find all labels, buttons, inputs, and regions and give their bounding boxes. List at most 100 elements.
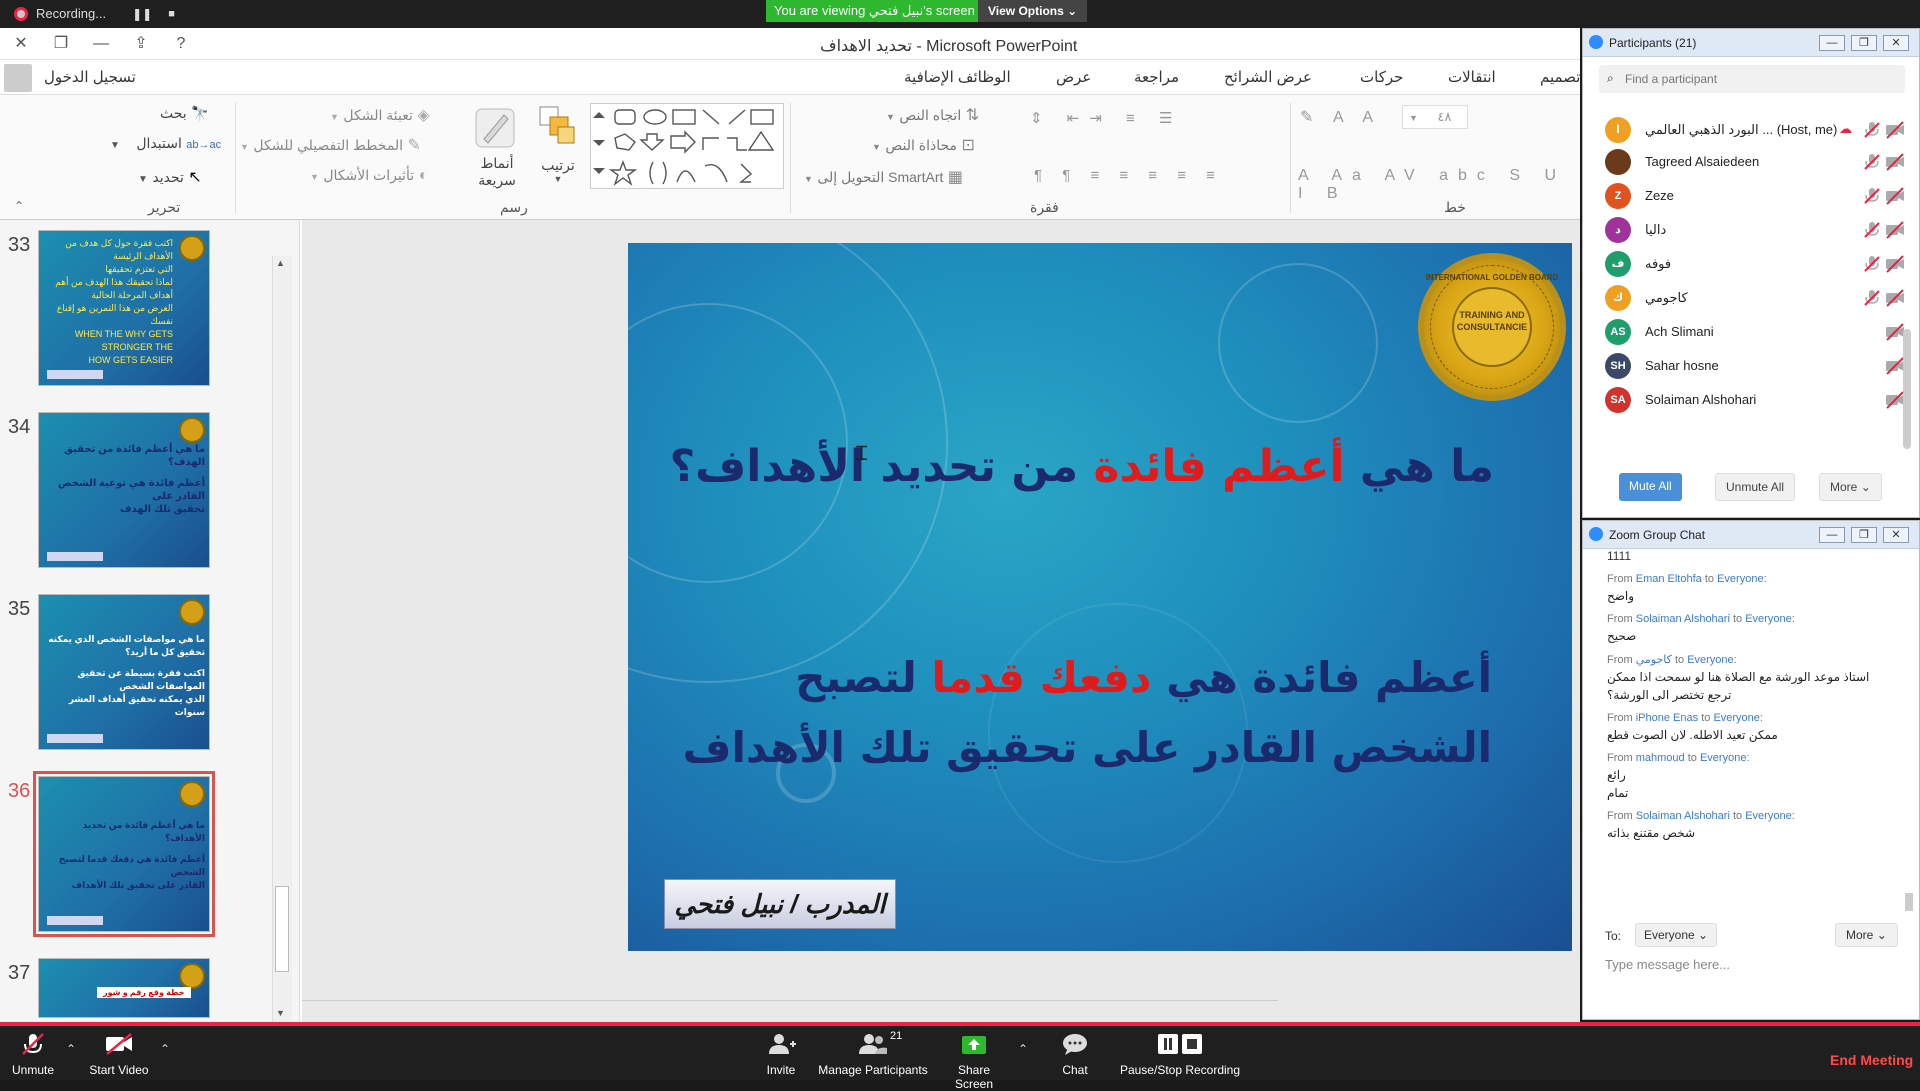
- current-slide[interactable]: INTERNATIONAL GOLDEN BOARD TRAINING AND …: [628, 243, 1572, 951]
- end-meeting-button[interactable]: End Meeting: [1830, 1052, 1913, 1068]
- chat-message-text: صحيح: [1607, 629, 1637, 643]
- slide-thumbnail-34[interactable]: ما هي أعظم فائدة من تحقيق الهدف؟ أعظم فائد…: [38, 412, 210, 568]
- from-word: From: [1607, 613, 1633, 625]
- collapse-ribbon-icon[interactable]: ⌃: [14, 199, 24, 213]
- shapes-gallery-icons: [593, 109, 775, 186]
- mute-all-button[interactable]: Mute All: [1619, 473, 1682, 501]
- video-off-icon: [1885, 357, 1905, 375]
- trainer-name-box[interactable]: المدرب / نبيل فتحي: [664, 879, 896, 929]
- pause-recording-icon[interactable]: ❚❚: [132, 7, 152, 21]
- text-direction-button[interactable]: ▼ اتجاه النص ⇅: [886, 105, 979, 125]
- convert-smartart-button[interactable]: ▼ التحويل إلى SmartArt ▦: [804, 167, 963, 187]
- sender-name[interactable]: كاجومي: [1636, 654, 1672, 666]
- slide-thumbnail-37[interactable]: خطة وقع رقم و شور: [38, 958, 210, 1018]
- from-word: From: [1607, 810, 1633, 822]
- share-options-chevron-icon[interactable]: ⌃: [1018, 1042, 1028, 1056]
- pause-stop-recording-button[interactable]: Pause/Stop Recording: [1118, 1032, 1242, 1077]
- slide-thumbnail-36-selected[interactable]: ما هي أعظم فائدة من تحديد الأهداف؟ أعظم ف…: [33, 771, 215, 937]
- shape-effects-button[interactable]: ▼ تأثيرات الأشكال ◐: [310, 167, 428, 185]
- video-off-icon: [1885, 255, 1905, 273]
- to-word: to: [1704, 573, 1715, 585]
- manage-participants-button[interactable]: Manage Participants: [818, 1032, 928, 1077]
- participant-search[interactable]: ⌕ Find a participant: [1599, 65, 1905, 93]
- avatar: AS: [1605, 319, 1631, 345]
- video-off-icon: [1885, 289, 1905, 307]
- tab-design[interactable]: تصميم: [1540, 68, 1580, 86]
- select-button[interactable]: ▼ تحديد ↖: [138, 167, 202, 187]
- participants-scrollbar[interactable]: [1903, 329, 1911, 449]
- chat-scrollbar[interactable]: [1905, 893, 1913, 911]
- avatar: ف: [1605, 251, 1631, 277]
- minimize-icon[interactable]: —: [86, 32, 116, 56]
- slide-title[interactable]: ما هي أعظم فائدة من تحديد الأهداف؟: [670, 441, 1494, 492]
- chat-recipient-select[interactable]: Everyone ⌄: [1635, 923, 1718, 947]
- invite-button[interactable]: Invite: [760, 1032, 802, 1077]
- view-options-button[interactable]: View Options ⌄: [978, 0, 1088, 22]
- replace-button[interactable]: ▼ استبدال ab→ac: [110, 135, 221, 153]
- tab-view[interactable]: عرض: [1056, 68, 1091, 86]
- share-screen-button[interactable]: Share Screen: [938, 1032, 1010, 1091]
- tab-animations[interactable]: حركات: [1360, 68, 1403, 86]
- close-icon[interactable]: ✕: [1883, 527, 1909, 543]
- zoom-logo-icon: [1589, 35, 1603, 49]
- sender-name[interactable]: iPhone Enas: [1636, 712, 1698, 724]
- shapes-gallery[interactable]: [590, 103, 784, 189]
- tab-slideshow[interactable]: عرض الشرائح: [1224, 68, 1312, 86]
- scroll-down-icon[interactable]: ▼: [276, 1008, 285, 1018]
- paragraph-spacing-icons[interactable]: ⇕ ⇤⇥ ≡ ☰: [1030, 109, 1182, 127]
- chat-label: Chat: [1062, 1063, 1088, 1077]
- scrollbar-thumb[interactable]: [275, 886, 289, 972]
- thumbnail-scrollbar[interactable]: ▲ ▼: [272, 256, 292, 1024]
- font-format-icons-top[interactable]: ✎ A A: [1300, 107, 1381, 127]
- find-button[interactable]: بحث 🔭: [160, 105, 209, 123]
- stop-recording-icon[interactable]: ■: [168, 8, 175, 20]
- popout-icon[interactable]: ❐: [1851, 35, 1877, 51]
- chat-button[interactable]: Chat: [1054, 1032, 1096, 1077]
- scroll-up-icon[interactable]: ▲: [276, 258, 285, 268]
- video-off-icon: [1885, 323, 1905, 341]
- arrange-button[interactable]: ترتيب ▼: [536, 157, 580, 184]
- unmute-all-button[interactable]: Unmute All: [1715, 473, 1796, 501]
- sender-name[interactable]: Solaiman Alshohari: [1636, 613, 1730, 625]
- video-options-chevron-icon[interactable]: ⌃: [160, 1042, 170, 1056]
- close-icon[interactable]: ✕: [1883, 35, 1909, 51]
- minimize-icon[interactable]: —: [1819, 527, 1845, 543]
- group-separator: [235, 103, 236, 213]
- slide-body-text[interactable]: أعظم فائدة هي دفعك قدما لتصبح الشخص القا…: [672, 643, 1492, 783]
- thumb-number: 33: [8, 234, 31, 256]
- tab-review[interactable]: مراجعة: [1134, 68, 1179, 86]
- chat-message-input[interactable]: Type message here...: [1605, 957, 1901, 1007]
- unmute-button[interactable]: Unmute: [12, 1032, 54, 1077]
- chevron-down-icon: ▼: [240, 142, 249, 152]
- close-icon[interactable]: ✕: [6, 32, 36, 56]
- font-size-select[interactable]: ▼ ٤٨: [1402, 105, 1468, 129]
- ribbon-display-icon[interactable]: ⇪: [126, 32, 156, 56]
- chat-more-button[interactable]: More ⌄: [1835, 923, 1898, 947]
- slide-title-part1: ما هي: [1344, 441, 1494, 492]
- signin-link[interactable]: تسجيل الدخول: [44, 68, 136, 86]
- slide-thumbnail-35[interactable]: ما هي مواصفات الشخص الذي يمكنه تحقيق كل م…: [38, 594, 210, 750]
- sender-name[interactable]: Eman Eltohfa: [1636, 573, 1702, 585]
- audio-options-chevron-icon[interactable]: ⌃: [66, 1042, 76, 1056]
- sender-name[interactable]: Solaiman Alshohari: [1636, 810, 1730, 822]
- slide-thumbnail-33[interactable]: اكتب فقرة حول كل هدف من الأهداف الرئيسة ا…: [38, 230, 210, 386]
- participants-more-button[interactable]: More ⌄: [1819, 473, 1882, 501]
- tab-addins[interactable]: الوظائف الإضافية: [904, 68, 1011, 86]
- start-video-button[interactable]: Start Video: [88, 1032, 150, 1077]
- help-icon[interactable]: ?: [166, 32, 196, 56]
- popout-icon[interactable]: ❐: [1851, 527, 1877, 543]
- shape-outline-button[interactable]: ▼ المخطط التفصيلي للشكل ✎: [240, 135, 421, 155]
- participant-row[interactable]: SA Solaiman Alshohari: [1583, 379, 1919, 419]
- minimize-icon[interactable]: —: [1819, 35, 1845, 51]
- align-text-button[interactable]: ▼ محاذاة النص ⊡: [872, 135, 975, 155]
- paragraph-align-icons[interactable]: ¶ ¶ ≡ ≡ ≡ ≡ ≡: [1034, 167, 1223, 184]
- tab-transitions[interactable]: انتقالات: [1448, 68, 1496, 86]
- shape-fill-button[interactable]: ▼ تعبئة الشكل ◈: [330, 105, 430, 125]
- font-format-icons-bottom[interactable]: A Aa AV abc S U I B: [1298, 167, 1580, 203]
- search-placeholder: Find a participant: [1625, 72, 1718, 86]
- restore-icon[interactable]: ❐: [46, 32, 76, 56]
- sender-name[interactable]: mahmoud: [1636, 752, 1685, 764]
- slide-body-highlight: دفعك قدما: [931, 653, 1152, 702]
- quick-styles-button[interactable]: أنماط سريعة: [474, 155, 520, 189]
- participant-name: Tagreed Alsaiedeen: [1645, 154, 1760, 169]
